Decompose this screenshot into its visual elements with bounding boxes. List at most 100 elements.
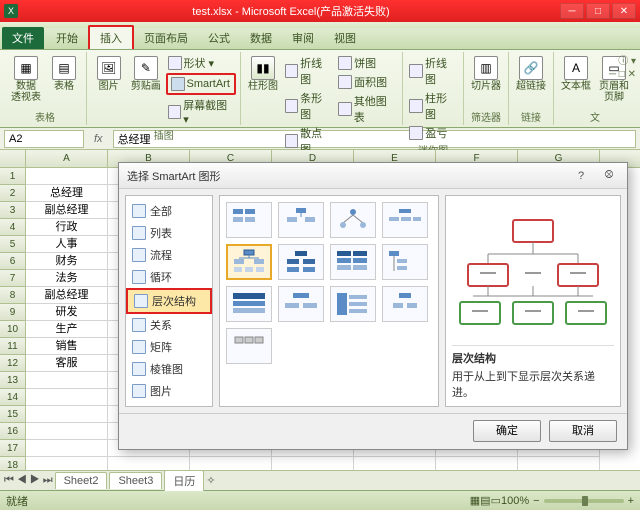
cell[interactable]: 总经理 [26, 185, 108, 202]
cell[interactable] [26, 389, 108, 406]
layout-thumb[interactable] [330, 202, 376, 238]
layout-thumb[interactable] [278, 202, 324, 238]
cat-all[interactable]: 全部 [126, 200, 212, 222]
row-header[interactable]: 10 [0, 321, 26, 338]
cell[interactable]: 人事 [26, 236, 108, 253]
layout-thumb-selected[interactable] [226, 244, 272, 280]
col-A[interactable]: A [26, 150, 108, 167]
layout-thumb[interactable] [382, 286, 428, 322]
cell[interactable]: 生产 [26, 321, 108, 338]
row-header[interactable]: 9 [0, 304, 26, 321]
cell[interactable] [190, 457, 272, 470]
row-header[interactable]: 4 [0, 219, 26, 236]
cell[interactable] [108, 457, 190, 470]
view-layout-icon[interactable]: ▤ [480, 494, 490, 507]
sheet-tab[interactable]: 日历 [164, 470, 204, 491]
cell[interactable] [272, 457, 354, 470]
layout-thumb[interactable] [382, 244, 428, 280]
cat-cycle[interactable]: 循环 [126, 266, 212, 288]
ok-button[interactable]: 确定 [473, 420, 541, 442]
tab-layout[interactable]: 页面布局 [134, 27, 198, 49]
row-header[interactable]: 8 [0, 287, 26, 304]
cat-picture[interactable]: 图片 [126, 380, 212, 402]
cell[interactable]: 销售 [26, 338, 108, 355]
row-header[interactable]: 3 [0, 202, 26, 219]
layout-thumb[interactable] [226, 286, 272, 322]
tab-file[interactable]: 文件 [2, 27, 44, 49]
minimize-button[interactable]: ─ [560, 3, 584, 19]
layout-thumb[interactable] [226, 328, 272, 364]
clipart-button[interactable]: ✎剪贴画 [128, 54, 163, 94]
view-pagebreak-icon[interactable]: ▭ [491, 494, 501, 507]
cat-hierarchy[interactable]: 层次结构 [126, 288, 212, 314]
pie-chart-button[interactable]: 饼图 [336, 54, 398, 72]
cell[interactable] [26, 440, 108, 457]
cell[interactable] [26, 372, 108, 389]
line-chart-button[interactable]: 折线图 [283, 54, 335, 88]
tab-formula[interactable]: 公式 [198, 27, 240, 49]
row-header[interactable]: 12 [0, 355, 26, 372]
tab-view[interactable]: 视图 [324, 27, 366, 49]
cell[interactable]: 副总经理 [26, 287, 108, 304]
row-header[interactable]: 2 [0, 185, 26, 202]
row-header[interactable]: 1 [0, 168, 26, 185]
tab-review[interactable]: 审阅 [282, 27, 324, 49]
cancel-button[interactable]: 取消 [549, 420, 617, 442]
cell[interactable] [354, 457, 436, 470]
sparkline-winloss[interactable]: 盈亏 [407, 124, 459, 142]
cell[interactable]: 客服 [26, 355, 108, 372]
sparkline-col[interactable]: 柱形图 [407, 89, 459, 123]
dialog-close[interactable]: ⮾ [599, 169, 619, 182]
cell[interactable] [26, 406, 108, 423]
view-normal-icon[interactable]: ▦ [470, 494, 480, 507]
row-header[interactable]: 16 [0, 423, 26, 440]
select-all[interactable] [0, 150, 26, 167]
row-header[interactable]: 15 [0, 406, 26, 423]
sheet-tab[interactable]: Sheet2 [55, 472, 108, 489]
cell[interactable] [26, 423, 108, 440]
tab-data[interactable]: 数据 [240, 27, 282, 49]
zoom-control[interactable]: 100% −+ [501, 495, 634, 507]
layout-thumb[interactable] [278, 244, 324, 280]
cell[interactable] [26, 457, 108, 470]
dialog-help[interactable]: ? [571, 170, 591, 182]
cat-process[interactable]: 流程 [126, 244, 212, 266]
tab-insert[interactable]: 插入 [88, 25, 134, 49]
layout-thumb[interactable] [382, 202, 428, 238]
tab-nav[interactable]: ⏮ ◀ ▶ ⏭ [4, 474, 53, 487]
table-button[interactable]: ▤表格 [46, 54, 82, 94]
layout-thumb[interactable] [330, 286, 376, 322]
layout-thumb[interactable] [226, 202, 272, 238]
layout-thumb[interactable] [330, 244, 376, 280]
bar-chart-button[interactable]: 条形图 [283, 89, 335, 123]
screenshot-button[interactable]: 屏幕截图 ▾ [166, 96, 237, 127]
cat-pyramid[interactable]: 棱锥图 [126, 358, 212, 380]
cell[interactable]: 行政 [26, 219, 108, 236]
inner-min[interactable]: ─ □ ✕ [609, 69, 636, 80]
maximize-button[interactable]: □ [586, 3, 610, 19]
row-header[interactable]: 7 [0, 270, 26, 287]
cell[interactable] [518, 457, 600, 470]
cell[interactable] [26, 168, 108, 185]
row-header[interactable]: 14 [0, 389, 26, 406]
hyperlink-button[interactable]: 🔗超链接 [513, 54, 549, 94]
cat-matrix[interactable]: 矩阵 [126, 336, 212, 358]
cell[interactable]: 研发 [26, 304, 108, 321]
smartart-button[interactable]: SmartArt [169, 76, 234, 92]
new-sheet[interactable]: ✧ [206, 474, 215, 487]
column-chart-button[interactable]: ▮▮柱形图 [245, 54, 280, 94]
tab-home[interactable]: 开始 [46, 27, 88, 49]
cell[interactable]: 法务 [26, 270, 108, 287]
cell[interactable] [436, 457, 518, 470]
ribbon-collapse[interactable]: ⓘ ▾ [618, 52, 636, 67]
sparkline-line[interactable]: 折线图 [407, 54, 459, 88]
pivot-button[interactable]: ▦数据 透视表 [8, 54, 44, 105]
other-chart-button[interactable]: 其他图表 [336, 92, 398, 126]
row-header[interactable]: 13 [0, 372, 26, 389]
row-header[interactable]: 11 [0, 338, 26, 355]
row-header[interactable]: 17 [0, 440, 26, 457]
cell[interactable]: 副总经理 [26, 202, 108, 219]
cell[interactable]: 财务 [26, 253, 108, 270]
slicer-button[interactable]: ▥切片器 [468, 54, 504, 94]
layout-thumb[interactable] [278, 286, 324, 322]
